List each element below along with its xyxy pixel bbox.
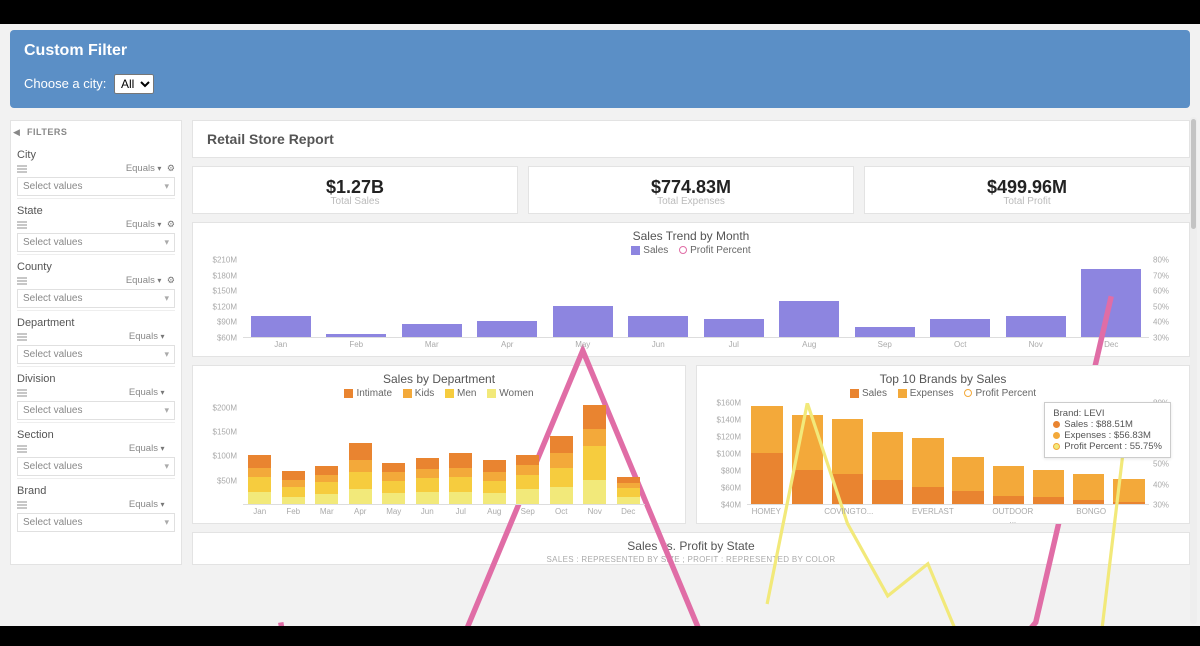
choose-city-label: Choose a city: [24,76,106,91]
kpi-label: Total Profit [865,196,1189,207]
filter-value-select[interactable]: Select values ▾ [17,233,175,252]
filter-block-division: Division Equals ▾ Select values ▾ [17,366,175,422]
collapse-filters-icon[interactable]: ◀ [13,127,20,138]
city-select[interactable]: All [114,74,154,94]
legend-swatch-profit [964,389,972,397]
filter-operator[interactable]: Equals [129,499,158,510]
filter-operator[interactable]: Equals [126,163,155,174]
filter-operator[interactable]: Equals [129,443,158,454]
filter-value-select[interactable]: Select values ▾ [17,401,175,420]
report-main: Retail Store Report $1.27B Total Sales $… [192,120,1190,565]
filter-block-section: Section Equals ▾ Select values ▾ [17,422,175,478]
kpi-total-sales: $1.27B Total Sales [192,166,518,214]
filter-value-select[interactable]: Select values ▾ [17,289,175,308]
chart-top-brands[interactable]: Top 10 Brands by Sales Sales Expenses Pr… [696,365,1190,524]
sort-icon[interactable] [17,277,27,285]
filter-operator[interactable]: Equals [129,331,158,342]
sort-icon[interactable] [17,165,27,173]
report-title: Retail Store Report [207,131,1175,147]
filter-operator[interactable]: Equals [126,275,155,286]
gear-icon[interactable]: ⚙ [167,219,175,229]
filter-label: Division [17,373,175,385]
caret-down-icon[interactable]: ▾ [157,276,161,285]
vertical-scrollbar[interactable] [1190,117,1197,624]
chart-legend: Sales Profit Percent [203,245,1179,256]
filter-value-select[interactable]: Select values ▾ [17,177,175,196]
sort-icon[interactable] [17,389,27,397]
filter-label: Brand [17,485,175,497]
caret-down-icon[interactable]: ▾ [160,332,164,341]
caret-down-icon[interactable]: ▾ [157,220,161,229]
kpi-total-profit: $499.96M Total Profit [864,166,1190,214]
filter-value-select[interactable]: Select values ▾ [17,345,175,364]
kpi-total-expenses: $774.83M Total Expenses [528,166,854,214]
kpi-value: $1.27B [193,177,517,198]
sort-icon[interactable] [17,221,27,229]
dot-icon [1053,443,1060,450]
sort-icon[interactable] [17,333,27,341]
chart-title: Top 10 Brands by Sales [707,372,1179,386]
dropdown-icon: ▾ [164,461,169,472]
dropdown-icon: ▾ [164,349,169,360]
caret-down-icon[interactable]: ▾ [157,164,161,173]
scrollbar-thumb[interactable] [1191,119,1196,229]
kpi-value: $774.83M [529,177,853,198]
chart-sales-trend[interactable]: Sales Trend by Month Sales Profit Percen… [192,222,1190,357]
filter-value-select[interactable]: Select values ▾ [17,513,175,532]
caret-down-icon[interactable]: ▾ [160,500,164,509]
filter-label: Department [17,317,175,329]
dropdown-icon: ▾ [164,181,169,192]
filter-operator[interactable]: Equals [129,387,158,398]
chart-tooltip: Brand: LEVI Sales : $88.51M Expenses : $… [1044,402,1171,458]
sort-icon[interactable] [17,445,27,453]
caret-down-icon[interactable]: ▾ [160,444,164,453]
filters-sidebar: ◀ FILTERS City Equals ▾ ⚙ Select values … [10,120,182,565]
gear-icon[interactable]: ⚙ [167,275,175,285]
filter-label: City [17,149,175,161]
kpi-value: $499.96M [865,177,1189,198]
filter-block-state: State Equals ▾ ⚙ Select values ▾ [17,198,175,254]
custom-filter-panel: Custom Filter Choose a city: All [10,30,1190,108]
filter-operator[interactable]: Equals [126,219,155,230]
custom-filter-title: Custom Filter [24,42,1176,60]
legend-swatch-sales [850,389,859,398]
kpi-label: Total Expenses [529,196,853,207]
dropdown-icon: ▾ [164,405,169,416]
dot-icon [1053,421,1060,428]
dropdown-icon: ▾ [164,293,169,304]
caret-down-icon[interactable]: ▾ [160,388,164,397]
filter-block-county: County Equals ▾ ⚙ Select values ▾ [17,254,175,310]
legend-swatch-expenses [898,389,907,398]
filter-block-city: City Equals ▾ ⚙ Select values ▾ [17,143,175,198]
kpi-label: Total Sales [193,196,517,207]
filter-value-select[interactable]: Select values ▾ [17,457,175,476]
legend-swatch-profit [679,246,687,254]
filters-heading: FILTERS [17,127,175,137]
dropdown-icon: ▾ [164,237,169,248]
sort-icon[interactable] [17,501,27,509]
filter-label: Section [17,429,175,441]
chart-legend: Sales Expenses Profit Percent [707,388,1179,399]
report-title-card: Retail Store Report [192,120,1190,158]
dot-icon [1053,432,1060,439]
filter-label: County [17,261,175,273]
filter-block-department: Department Equals ▾ Select values ▾ [17,310,175,366]
dropdown-icon: ▾ [164,517,169,528]
chart-title: Sales Trend by Month [203,229,1179,243]
legend-swatch-sales [631,246,640,255]
filter-label: State [17,205,175,217]
gear-icon[interactable]: ⚙ [167,163,175,173]
filter-block-brand: Brand Equals ▾ Select values ▾ [17,478,175,534]
